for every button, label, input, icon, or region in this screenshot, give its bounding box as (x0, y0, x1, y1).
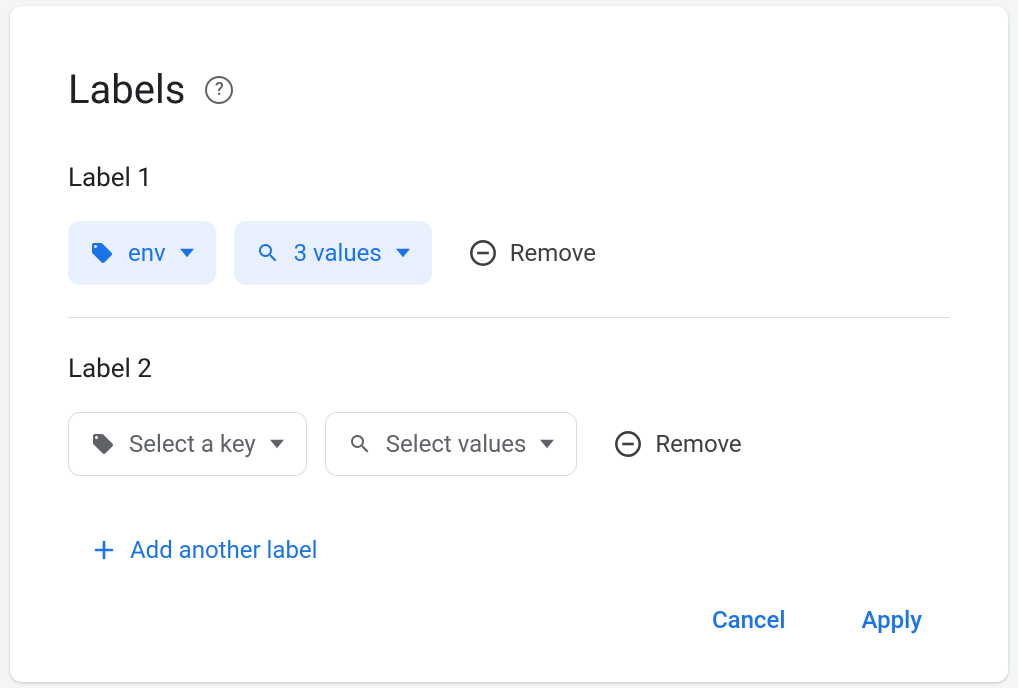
remove-label-text: Remove (655, 430, 741, 458)
dialog-header: Labels ? (68, 66, 950, 113)
cancel-button[interactable]: Cancel (702, 598, 795, 642)
tag-icon (90, 241, 114, 265)
help-icon[interactable]: ? (205, 76, 233, 104)
chevron-down-icon (180, 248, 194, 258)
label-values-text: 3 values (294, 239, 382, 267)
chevron-down-icon (396, 248, 410, 258)
label-key-placeholder: Select a key (129, 430, 256, 458)
label-key-selector[interactable]: Select a key (68, 412, 307, 476)
labels-dialog: Labels ? Label 1 env 3 values (10, 6, 1008, 682)
chevron-down-icon (540, 439, 554, 449)
search-icon (256, 241, 280, 265)
label-values-selector[interactable]: Select values (325, 412, 578, 476)
divider (68, 317, 950, 318)
remove-icon (613, 429, 643, 459)
add-another-label-button[interactable]: Add another label (88, 528, 322, 572)
label-section-2: Label 2 Select a key Select values (68, 354, 950, 572)
remove-label-button[interactable]: Remove (605, 412, 749, 476)
label-key-selector[interactable]: env (68, 221, 216, 285)
search-icon (348, 432, 372, 456)
label-2-row: Select a key Select values Remove (68, 412, 950, 476)
label-section-1: Label 1 env 3 values (68, 163, 950, 315)
remove-label-text: Remove (510, 239, 596, 267)
add-label-text: Add another label (130, 536, 318, 564)
label-1-row: env 3 values Remove (68, 221, 950, 285)
label-key-text: env (128, 239, 166, 267)
dialog-footer: Cancel Apply (68, 598, 950, 652)
plus-icon (92, 538, 116, 562)
page-title: Labels (68, 66, 185, 113)
label-values-selector[interactable]: 3 values (234, 221, 432, 285)
tag-icon (91, 432, 115, 456)
remove-label-button[interactable]: Remove (460, 221, 604, 285)
label-heading: Label 1 (68, 163, 950, 193)
remove-icon (468, 238, 498, 268)
label-heading: Label 2 (68, 354, 950, 384)
chevron-down-icon (270, 439, 284, 449)
label-values-placeholder: Select values (386, 430, 527, 458)
apply-button[interactable]: Apply (851, 598, 932, 642)
